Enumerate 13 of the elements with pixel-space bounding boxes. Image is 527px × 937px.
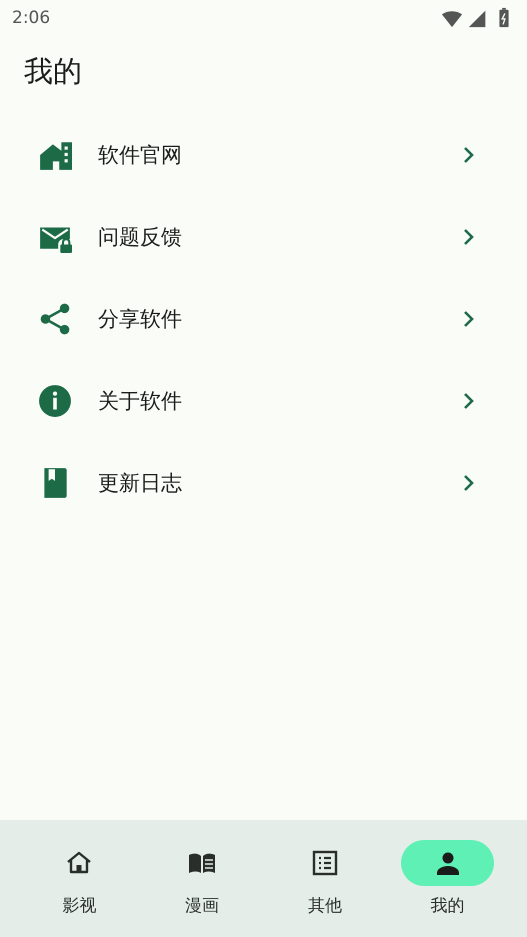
nav-tab[interactable]: 我的 bbox=[430, 894, 465, 917]
menu-item[interactable]: 问题反馈 bbox=[0, 196, 527, 278]
menu-item[interactable]: 软件官网 bbox=[0, 114, 527, 196]
menu-item[interactable]: 更新日志 bbox=[0, 442, 527, 524]
menu-item[interactable]: 关于软件 bbox=[0, 360, 527, 442]
clock-time: 2:06 bbox=[12, 8, 50, 28]
menu-item[interactable]: 分享软件 bbox=[0, 278, 527, 360]
nav-tab[interactable]: 影视 bbox=[62, 894, 96, 917]
share-icon bbox=[38, 302, 72, 336]
nav-tab[interactable]: 其他 bbox=[308, 894, 342, 917]
page-title: 我的 bbox=[24, 53, 82, 90]
nav-tab[interactable]: 漫画 bbox=[185, 894, 220, 917]
info-icon bbox=[38, 384, 72, 418]
